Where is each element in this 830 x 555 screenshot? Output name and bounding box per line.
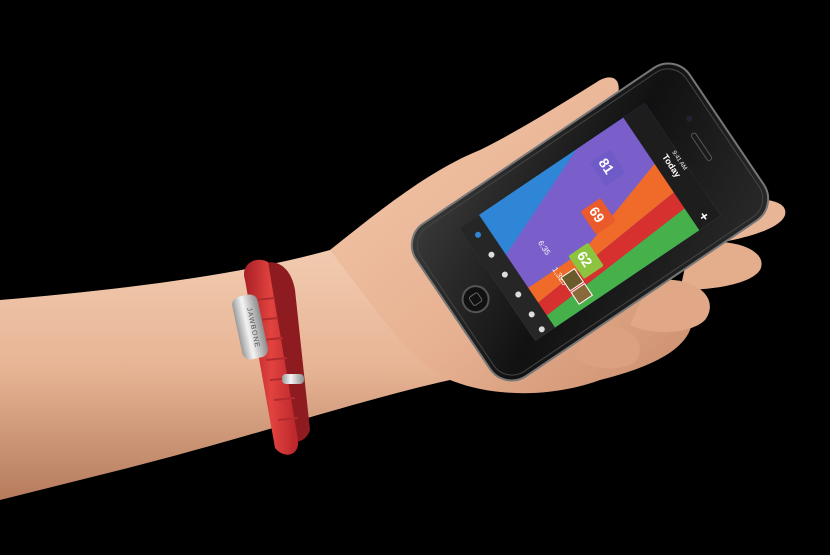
product-photo: 81 69 62 6:35 1,325 Today 9:41 AM + JAWB… [0, 0, 830, 555]
band-tip [282, 374, 304, 384]
